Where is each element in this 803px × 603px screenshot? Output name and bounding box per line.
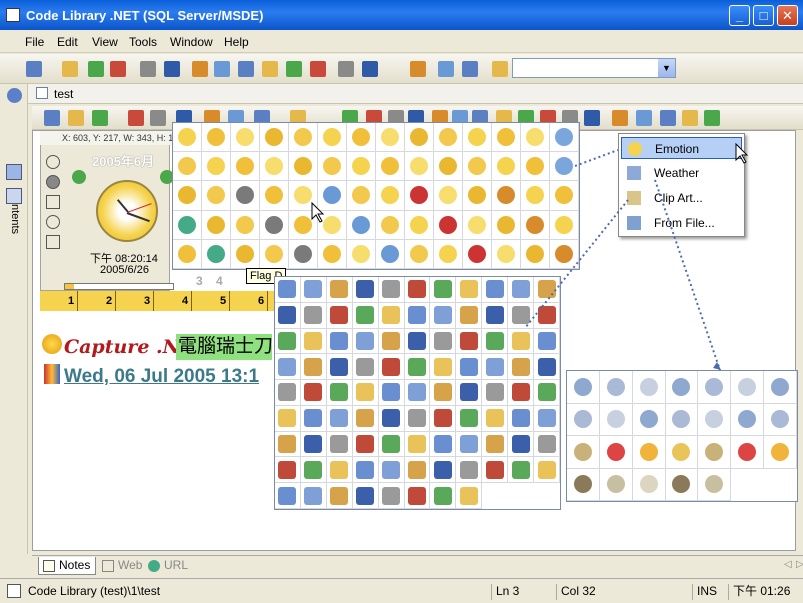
bottom-tabs: Notes Web URL ◁ ▷ [32, 555, 803, 575]
status-insert-mode: INS [692, 584, 726, 600]
status-doc-icon [7, 584, 21, 598]
connector-arrows [311, 142, 749, 371]
status-path: Code Library (test)\1\test [28, 584, 161, 598]
status-line: Ln 3 [491, 584, 553, 600]
status-column: Col 32 [556, 584, 690, 600]
scroll-left-icon[interactable]: ◁ [784, 559, 792, 570]
status-clock: 下午 01:26 [728, 584, 800, 600]
scroll-right-icon[interactable]: ▷ [796, 559, 803, 570]
globe-icon [148, 560, 160, 572]
tab-notes[interactable]: Notes [38, 557, 96, 575]
tab-url[interactable]: URL [144, 557, 188, 575]
status-bar: Code Library (test)\1\test Ln 3 Col 32 I… [0, 578, 803, 603]
tab-web[interactable]: Web [98, 557, 142, 575]
notes-icon [43, 560, 55, 572]
web-icon [102, 560, 114, 572]
